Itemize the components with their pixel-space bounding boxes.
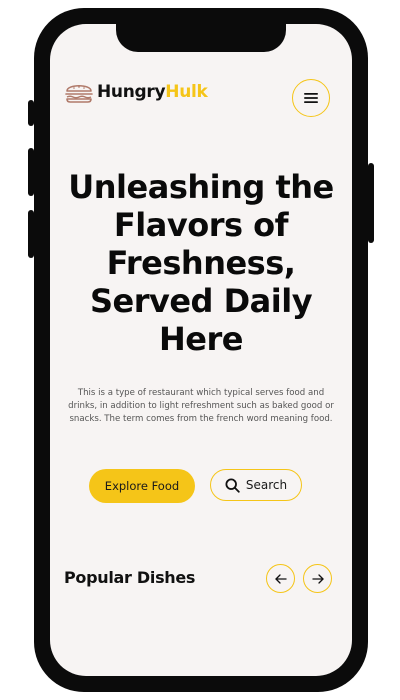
brand-logo[interactable]: HungryHulk (64, 80, 208, 104)
search-icon (225, 477, 240, 493)
hero-title-line: Here (159, 320, 243, 358)
phone-frame: HungryHulk Unleashing the Flavors of Fre… (28, 8, 374, 692)
volume-up-button (28, 148, 34, 196)
arrow-left-icon (274, 573, 287, 584)
search-button-label: Search (245, 478, 288, 492)
brand-name-accent: Hulk (165, 82, 208, 102)
silent-switch (28, 100, 34, 126)
hamburger-menu-icon (304, 93, 318, 103)
arrow-right-icon (311, 573, 324, 584)
phone-screen: HungryHulk Unleashing the Flavors of Fre… (50, 24, 352, 676)
search-button[interactable]: Search (210, 469, 302, 501)
power-button (368, 163, 374, 243)
brand-name-primary: Hungry (97, 82, 166, 102)
hero-title-line: Freshness, (106, 244, 296, 282)
notch (116, 24, 286, 52)
hero-title-line: Served Daily (89, 282, 313, 320)
popular-dishes-title: Popular Dishes (64, 568, 196, 587)
hero-title-line: Flavors of (113, 206, 289, 244)
menu-button[interactable] (292, 79, 330, 117)
hero-title-line: Unleashing the (68, 168, 334, 206)
hero-title: Unleashing the Flavors of Freshness, Ser… (50, 168, 352, 358)
volume-down-button (28, 210, 34, 258)
brand-name: HungryHulk (97, 82, 208, 102)
prev-dish-button[interactable] (266, 564, 295, 593)
hero-description: This is a type of restaurant which typic… (68, 388, 334, 424)
explore-food-button[interactable]: Explore Food (89, 469, 195, 503)
burger-icon (65, 84, 93, 103)
next-dish-button[interactable] (303, 564, 332, 593)
